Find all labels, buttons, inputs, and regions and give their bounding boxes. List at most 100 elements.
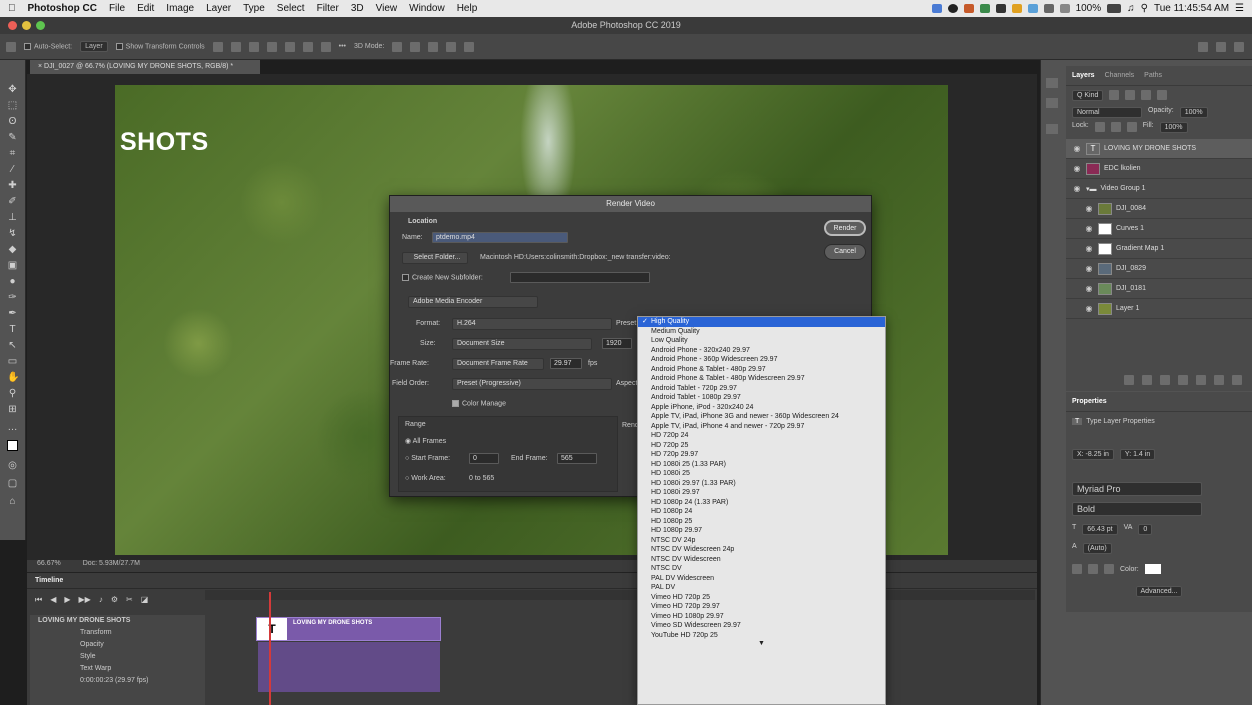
visibility-eye-icon[interactable]: ◉ — [1084, 204, 1094, 213]
field-order-dropdown[interactable]: Preset (Progressive) — [452, 378, 612, 390]
preset-menu-item[interactable]: PAL DV Widescreen — [638, 574, 885, 584]
next-frame-icon[interactable]: ▶▶ — [79, 595, 91, 605]
preset-menu-item[interactable]: Vimeo HD 720p 25 — [638, 593, 885, 603]
app-status-icon-5[interactable] — [1027, 4, 1038, 13]
preset-menu-item[interactable]: Android Phone & Tablet - 480p 29.97 — [638, 365, 885, 375]
tab-channels[interactable]: Channels — [1105, 72, 1135, 79]
record-icon[interactable] — [947, 4, 958, 13]
align-center-text-icon[interactable] — [1088, 564, 1098, 574]
align-middle-icon[interactable] — [284, 41, 295, 52]
align-left-text-icon[interactable] — [1072, 564, 1082, 574]
preset-menu-item[interactable]: HD 1080p 24 (1.33 PAR) — [638, 498, 885, 508]
more-tools-icon[interactable]: … — [7, 422, 18, 433]
create-subfolder-checkbox[interactable]: Create New Subfolder: — [402, 274, 483, 281]
link-layers-icon[interactable] — [1124, 375, 1134, 385]
visibility-eye-icon[interactable]: ◉ — [1084, 264, 1094, 273]
trash-icon[interactable] — [1232, 375, 1242, 385]
menu-view[interactable]: View — [376, 3, 398, 14]
filter-shape-icon[interactable] — [1157, 90, 1168, 100]
close-doc-icon[interactable]: × — [38, 63, 42, 70]
brush-settings-icon[interactable] — [1046, 98, 1058, 108]
new-layer-icon[interactable] — [1214, 375, 1224, 385]
track-header[interactable]: LOVING MY DRONE SHOTS — [30, 615, 205, 627]
gradient-tool-icon[interactable]: ▣ — [7, 260, 18, 271]
preset-menu-item[interactable]: Android Phone - 360p Widescreen 29.97 — [638, 355, 885, 365]
battery-level[interactable]: 100% — [1076, 3, 1102, 14]
notification-center-icon[interactable]: ☰ — [1235, 3, 1244, 14]
blend-mode-dropdown[interactable]: Normal — [1072, 107, 1142, 118]
spotlight-icon[interactable]: ⚲ — [1141, 3, 1148, 14]
move-tool-icon[interactable]: ✥ — [7, 84, 18, 95]
adjustment-layer-icon[interactable] — [1178, 375, 1188, 385]
start-frame-radio[interactable]: ○ Start Frame: — [405, 455, 450, 462]
tracking-field[interactable]: 0 — [1138, 524, 1153, 535]
more-options-icon[interactable]: ••• — [339, 43, 346, 50]
history-panel-icon[interactable] — [1046, 78, 1058, 88]
visibility-eye-icon[interactable]: ◉ — [1084, 284, 1094, 293]
dropbox-icon[interactable] — [931, 4, 942, 13]
size-dropdown[interactable]: Document Size — [452, 338, 592, 350]
visibility-eye-icon[interactable]: ◉ — [1072, 144, 1082, 153]
lock-position-icon[interactable] — [1110, 122, 1121, 132]
mute-audio-icon[interactable]: ♪ — [99, 595, 103, 605]
minimize-window-button[interactable] — [22, 21, 31, 30]
preset-menu-item[interactable]: NTSC DV — [638, 564, 885, 574]
preset-menu-item[interactable]: HD 1080p 24 — [638, 507, 885, 517]
preset-menu-item[interactable]: Android Tablet - 720p 29.97 — [638, 384, 885, 394]
y-position-field[interactable]: Y: 1.4 in — [1119, 449, 1156, 460]
filter-pixel-icon[interactable] — [1109, 90, 1120, 100]
font-style-dropdown[interactable]: Bold — [1072, 502, 1202, 516]
preset-menu-item[interactable]: Android Phone - 320x240 29.97 — [638, 346, 885, 356]
3d-roll-icon[interactable] — [410, 41, 421, 52]
previous-frame-icon[interactable]: ◀ — [50, 595, 56, 605]
app-menu[interactable]: Photoshop CC — [28, 3, 97, 14]
render-button[interactable]: Render — [824, 220, 866, 236]
lock-pixels-icon[interactable] — [1094, 122, 1105, 132]
preset-menu-item[interactable]: NTSC DV 24p — [638, 536, 885, 546]
frame-tool-icon[interactable]: ⌂ — [7, 496, 18, 507]
filter-type-icon[interactable] — [1141, 90, 1152, 100]
volume-icon[interactable]: ♫ — [1127, 3, 1135, 14]
app-status-icon[interactable] — [963, 4, 974, 13]
canvas-title-text[interactable]: SHOTS — [120, 128, 209, 157]
app-status-icon-4[interactable] — [1011, 4, 1022, 13]
menu-edit[interactable]: Edit — [137, 3, 154, 14]
visibility-eye-icon[interactable]: ◉ — [1084, 244, 1094, 253]
preset-menu-item[interactable]: PAL DV — [638, 583, 885, 593]
dodge-tool-icon[interactable]: ✑ — [7, 292, 18, 303]
lasso-tool-icon[interactable]: ʘ — [7, 116, 18, 127]
filter-adjust-icon[interactable] — [1125, 90, 1136, 100]
fill-field[interactable]: 100% — [1159, 122, 1188, 133]
pen-tool-icon[interactable]: ✒ — [7, 308, 18, 319]
font-family-dropdown[interactable]: Myriad Pro — [1072, 482, 1202, 496]
track-property[interactable]: Style — [30, 651, 205, 663]
visibility-eye-icon[interactable]: ◉ — [1084, 224, 1094, 233]
apple-menu-icon[interactable]:  — [8, 3, 16, 14]
align-right-text-icon[interactable] — [1104, 564, 1114, 574]
frame-rate-dropdown[interactable]: Document Frame Rate — [452, 358, 544, 370]
time-ruler[interactable] — [205, 590, 1035, 600]
menu-select[interactable]: Select — [277, 3, 305, 14]
color-manage-checkbox[interactable]: Color Manage — [452, 400, 506, 407]
preset-menu-item[interactable]: Vimeo HD 1080p 29.97 — [638, 612, 885, 622]
clone-stamp-tool-icon[interactable]: ⊥ — [7, 212, 18, 223]
text-color-swatch[interactable] — [1144, 564, 1161, 574]
zoom-level[interactable]: 66.67% — [37, 560, 61, 567]
path-selection-tool-icon[interactable]: ↖ — [7, 340, 18, 351]
preset-menu-item[interactable]: Vimeo HD 720p 29.97 — [638, 602, 885, 612]
distribute-icon[interactable] — [320, 41, 331, 52]
tab-paths[interactable]: Paths — [1144, 72, 1162, 79]
search-icon[interactable] — [1198, 41, 1208, 52]
preset-menu-item[interactable]: ✓ High Quality — [638, 317, 885, 327]
align-top-icon[interactable] — [266, 41, 277, 52]
visibility-eye-icon[interactable]: ◉ — [1072, 164, 1082, 173]
preset-menu-item[interactable]: YouTube HD 720p 25 — [638, 631, 885, 641]
tab-properties[interactable]: Properties — [1072, 398, 1107, 405]
quick-mask-icon[interactable]: ◎ — [7, 460, 18, 471]
menu-help[interactable]: Help — [457, 3, 478, 14]
start-frame-field[interactable]: 0 — [469, 453, 499, 464]
work-area-radio[interactable]: ○ Work Area: — [405, 475, 446, 482]
preset-menu-item[interactable]: NTSC DV Widescreen — [638, 555, 885, 565]
scroll-down-arrow-icon[interactable]: ▼ — [638, 640, 885, 648]
wifi-icon[interactable] — [1059, 4, 1070, 13]
